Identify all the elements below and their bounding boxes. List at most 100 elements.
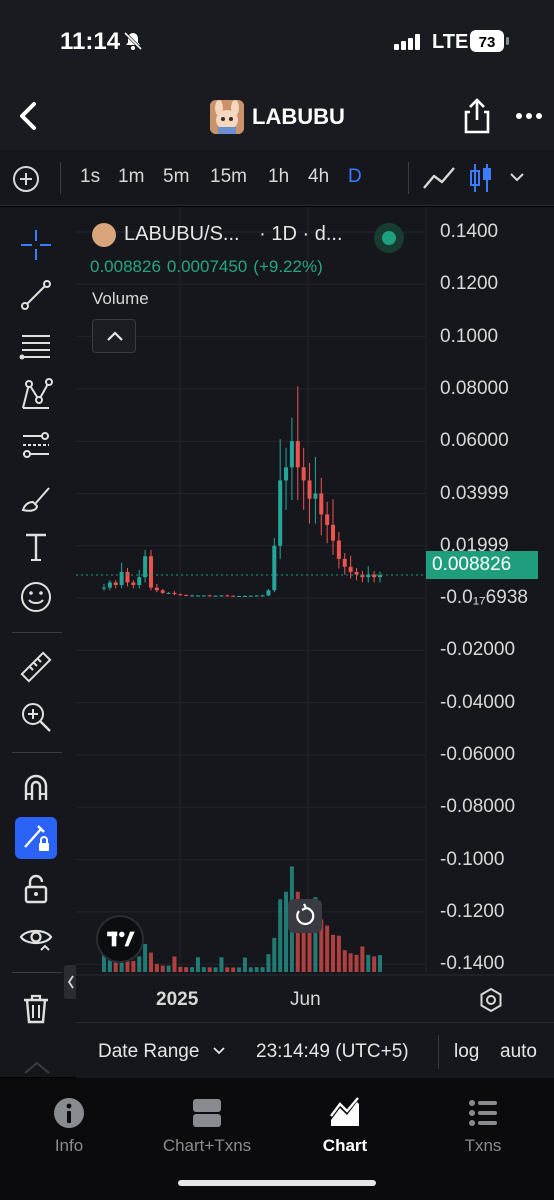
candle-body (213, 595, 218, 597)
timeframe-toolbar: 1s 1m 5m 15m 1h 4h D (0, 150, 554, 206)
change-pct-value: (+9.22%) (253, 257, 323, 276)
pattern-tool[interactable] (16, 375, 56, 415)
fib-retracement-icon (19, 335, 50, 360)
visibility-tool[interactable] (16, 917, 56, 957)
back-icon[interactable] (14, 100, 44, 132)
symbol-name: LABUBU/S... (124, 223, 240, 245)
y-axis-tick-label: 0.1400 (440, 221, 499, 242)
tab-info[interactable]: Info (0, 1096, 138, 1156)
volume-label[interactable]: Volume (92, 289, 149, 309)
candle-body (278, 480, 283, 546)
zoom-in-tool[interactable] (16, 697, 56, 737)
brush-tool[interactable] (16, 477, 56, 517)
candle-body (143, 556, 148, 578)
y-axis-tick-label: 0.1200 (440, 273, 499, 295)
pattern-icon (22, 378, 53, 409)
magnet-tool[interactable] (16, 767, 56, 807)
date-range-button[interactable]: Date Range (98, 1041, 199, 1063)
projection-icon (23, 432, 49, 458)
reset-icon (296, 903, 315, 926)
list-icon (469, 1100, 497, 1126)
candle-body (336, 540, 341, 559)
crosshair-tool[interactable] (16, 225, 56, 265)
ruler-icon (20, 651, 52, 683)
trend-line-icon (21, 280, 51, 310)
collapse-legend-button[interactable] (92, 319, 136, 353)
signal-icon (394, 34, 420, 50)
toolbar-divider (60, 162, 61, 194)
volume-bar (225, 967, 230, 972)
add-indicator-icon[interactable] (12, 165, 40, 193)
candle-body (331, 524, 336, 541)
timeframe-4h[interactable]: 4h (308, 166, 329, 188)
tools-divider (12, 972, 62, 973)
chevron-down-icon[interactable] (212, 1045, 226, 1057)
projection-tool[interactable] (16, 425, 56, 465)
log-scale-toggle[interactable]: log (454, 1041, 479, 1063)
tools-divider (12, 752, 62, 753)
delete-tool[interactable] (16, 989, 56, 1029)
tab-chart-txns[interactable]: Chart+Txns (138, 1096, 276, 1156)
chevron-up-icon[interactable] (22, 1057, 52, 1077)
timeframe-1h[interactable]: 1h (268, 166, 289, 188)
candlestick-icon[interactable] (468, 162, 494, 194)
tab-txns[interactable]: Txns (414, 1096, 552, 1156)
symbol-legend[interactable]: LABUBU/S... · 1D · d... (124, 223, 343, 246)
candle-body (348, 566, 353, 572)
trash-icon (24, 994, 48, 1024)
share-icon[interactable] (462, 98, 492, 134)
volume-bar (354, 954, 359, 972)
market-status-indicator[interactable] (374, 223, 404, 253)
text-tool[interactable] (16, 527, 56, 567)
candle-body (201, 595, 206, 597)
tab-chart[interactable]: Chart (276, 1096, 414, 1156)
candle-body (307, 480, 312, 499)
battery-icon: 73 (470, 30, 509, 52)
volume-bar (336, 935, 341, 972)
fib-retracement-tool[interactable] (16, 325, 56, 365)
volume-bar (148, 952, 153, 972)
candle-body (113, 582, 118, 586)
network-type: LTE (432, 31, 469, 53)
volume-bar (260, 967, 265, 972)
candle-body (119, 571, 124, 586)
timeframe-1s[interactable]: 1s (80, 166, 100, 188)
more-icon[interactable] (514, 106, 544, 126)
tradingview-logo[interactable] (96, 915, 144, 963)
volume-bar (154, 964, 159, 972)
candle-body (272, 545, 277, 591)
chevron-down-icon[interactable] (508, 170, 526, 184)
ruler-tool[interactable] (16, 647, 56, 687)
volume-bar (143, 944, 148, 972)
line-chart-icon[interactable] (422, 164, 456, 192)
timezone-button[interactable]: 23:14:49 (UTC+5) (256, 1041, 409, 1063)
candle-body (237, 596, 242, 598)
y-axis-tick-label: -0.1400 (440, 953, 505, 975)
auto-scale-toggle[interactable]: auto (500, 1041, 537, 1063)
y-axis-tick-label: -0.04000 (440, 691, 516, 713)
chart-settings-icon[interactable] (478, 987, 504, 1013)
y-axis-tick-label: 0.1000 (440, 325, 499, 347)
nav-header: LABUBU (0, 84, 554, 150)
volume-bar (178, 966, 183, 972)
trend-line-tool[interactable] (16, 275, 56, 315)
volume-bar (331, 934, 336, 972)
unlock-tool[interactable] (16, 869, 56, 909)
reset-chart-button[interactable] (288, 899, 322, 933)
magnet-icon (24, 774, 48, 800)
last-price-tag: 0.008826 (426, 551, 538, 579)
tradingview-logo-icon (107, 931, 135, 947)
timeframe-5m[interactable]: 5m (163, 166, 189, 188)
lock-drawing-tool[interactable] (15, 817, 57, 859)
chart-pane[interactable]: LABUBU/S... · 1D · d... 0.008826 0.000745… (76, 207, 554, 1077)
volume-bar (131, 961, 136, 972)
timeframe-15m[interactable]: 15m (210, 166, 247, 188)
timeframe-d[interactable]: D (348, 166, 362, 188)
candle-body (184, 594, 189, 596)
emoji-tool[interactable] (16, 577, 56, 617)
candle-body (284, 467, 289, 481)
battery-level: 73 (479, 34, 496, 51)
status-bar: 11:14 LTE 73 (0, 0, 554, 84)
info-icon (54, 1098, 84, 1128)
timeframe-1m[interactable]: 1m (118, 166, 144, 188)
